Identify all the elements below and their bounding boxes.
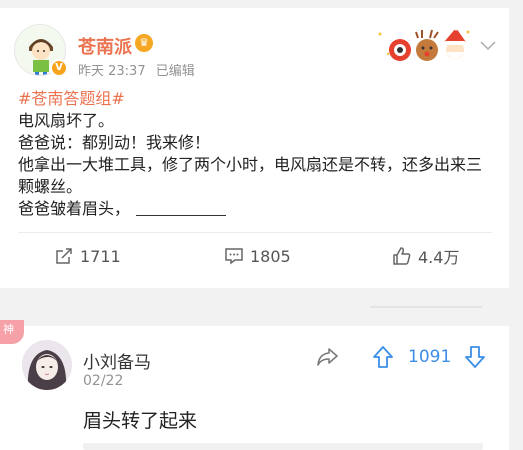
repost-button[interactable]: 1711: [54, 241, 121, 271]
author-name[interactable]: 苍南派: [78, 33, 132, 59]
share-icon[interactable]: [316, 347, 338, 367]
chevron-down-icon[interactable]: [478, 38, 498, 54]
comment-count: 1805: [250, 246, 291, 266]
hot-comment-card: [0, 326, 509, 450]
like-count: 4.4万: [418, 248, 460, 267]
like-icon: [393, 247, 411, 265]
action-divider: [18, 232, 492, 233]
like-button[interactable]: 4.4万: [392, 241, 459, 271]
comment-text: 眉头转了起来: [83, 410, 198, 432]
post-line: 他拿出一大堆工具，修了两个小时，电风扇还是不转，还多出来三颗螺丝。: [18, 155, 483, 196]
downvote-icon[interactable]: [464, 345, 486, 369]
upvote-count: 1091: [408, 347, 452, 367]
comment-button[interactable]: 1805: [224, 241, 291, 271]
comment-icon: [225, 248, 243, 265]
repost-count: 1711: [80, 246, 121, 266]
repost-icon: [56, 248, 72, 264]
upvote-icon[interactable]: [372, 345, 394, 369]
post-line-last: 爸爸皱着眉头，: [18, 198, 488, 220]
hashtag-link[interactable]: #苍南答题组#: [18, 88, 488, 110]
comment-date: 02/22: [83, 373, 124, 389]
edited-label[interactable]: 已编辑: [156, 64, 195, 79]
christmas-decoration-icon: [378, 25, 470, 61]
post-time: 昨天 23:37: [78, 64, 146, 79]
crown-icon: ♛: [135, 34, 153, 52]
post-line: 电风扇坏了。: [18, 111, 115, 130]
fill-in-blank: [136, 215, 227, 216]
reply-preview-bar: [83, 443, 483, 450]
post-line-text: 爸爸皱着眉头，: [18, 199, 131, 218]
post-body: #苍南答题组# 电风扇坏了。 爸爸说：都别动！我来修！ 他拿出一大堆工具，修了两…: [18, 88, 488, 220]
commenter-avatar[interactable]: [22, 340, 72, 390]
commenter-name[interactable]: 小刘备马: [83, 348, 151, 373]
post-meta: 昨天 23:37 已编辑: [78, 60, 201, 79]
verified-badge: V: [50, 59, 68, 77]
post-action-bar: 1711 1805 4.4万: [0, 241, 509, 271]
separator-line: [370, 306, 482, 308]
god-comment-badge: 神: [0, 320, 24, 344]
post-line: 爸爸说：都别动！我来修！: [18, 133, 211, 152]
